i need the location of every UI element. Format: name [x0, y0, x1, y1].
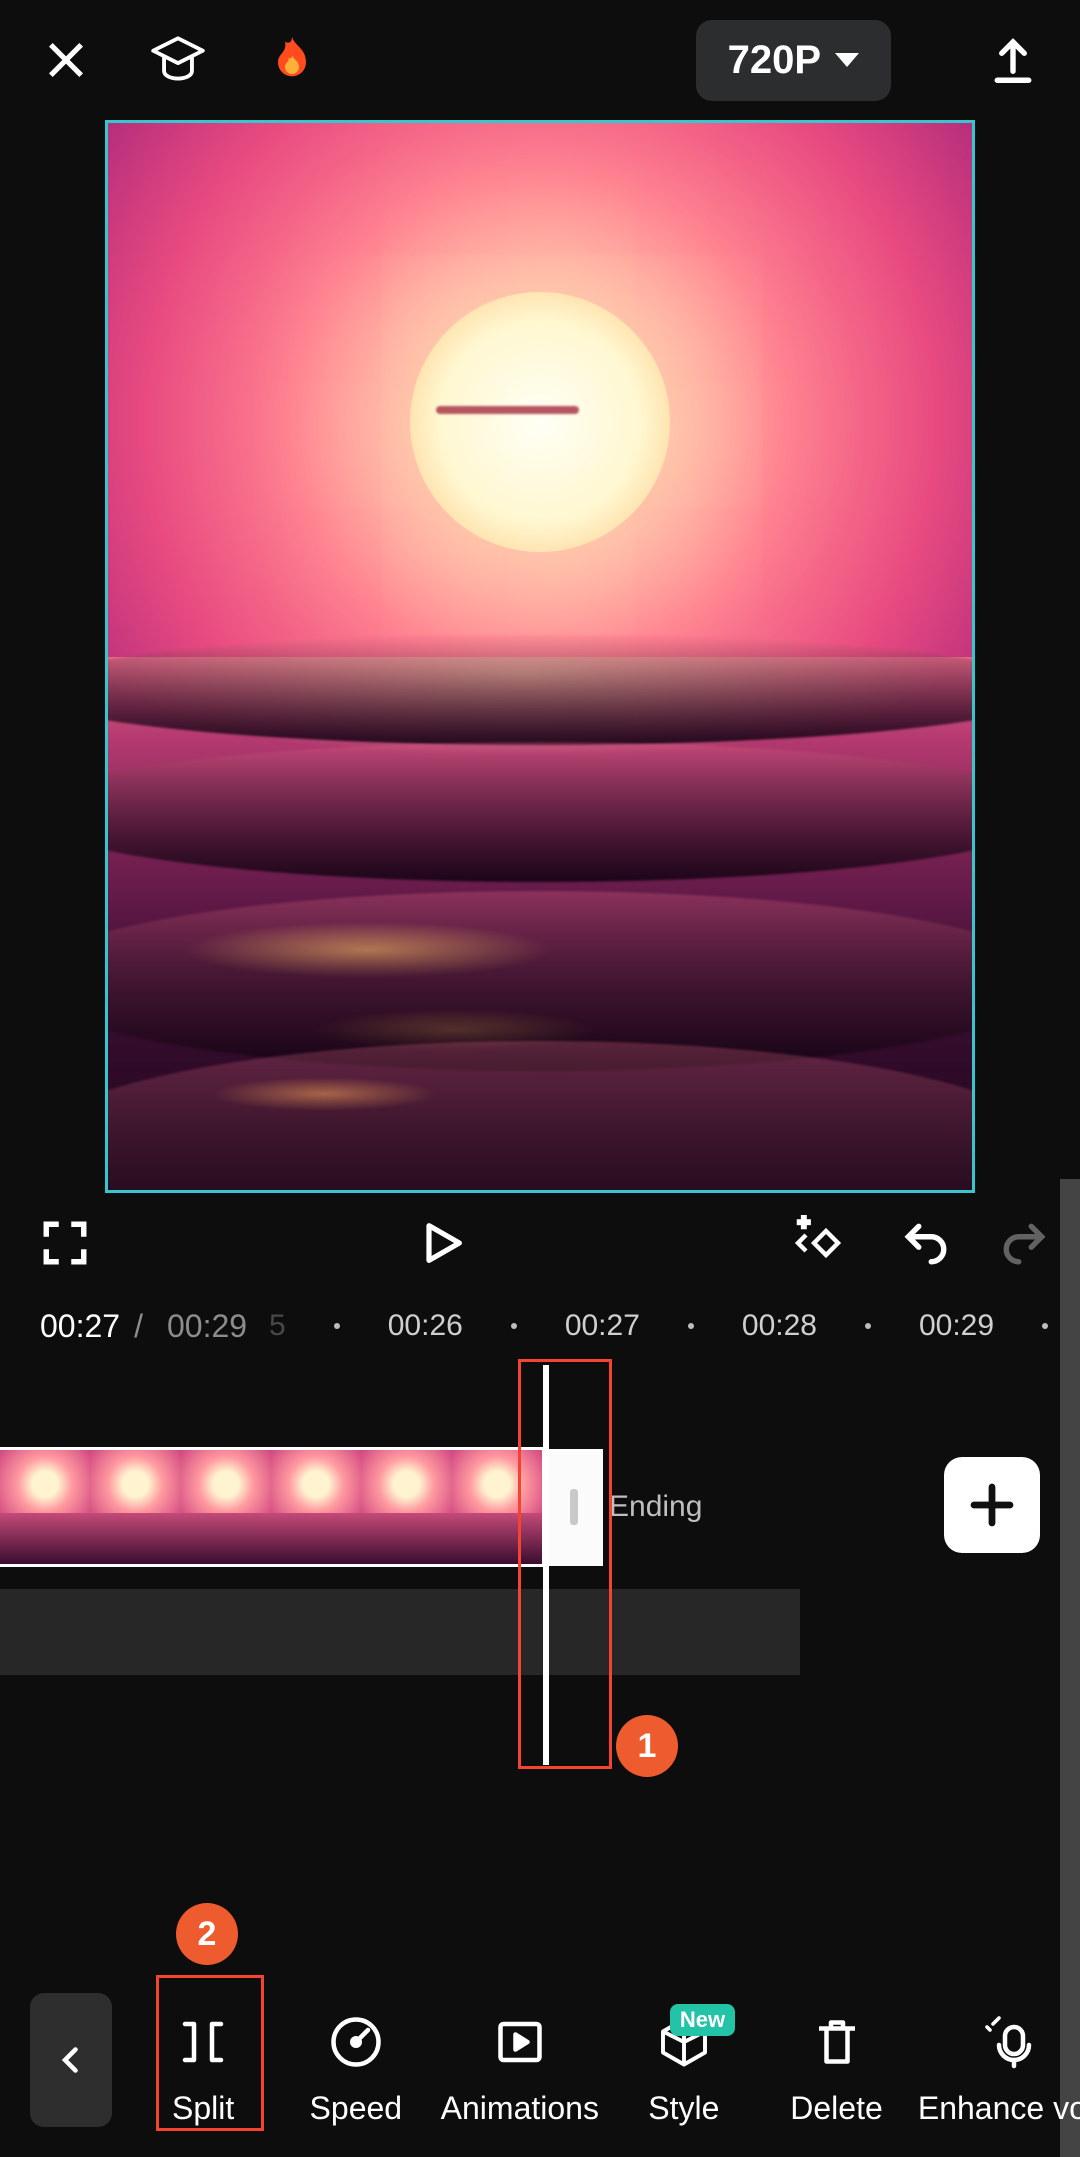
tool-label: Enhance voic [918, 2090, 1080, 2127]
time-separator: / [134, 1308, 153, 1345]
add-clip-button[interactable] [944, 1457, 1040, 1553]
undo-icon[interactable] [900, 1218, 950, 1268]
academy-icon[interactable] [147, 29, 209, 91]
ruler-marks: 5 00:26 00:27 00:28 00:29 [269, 1309, 1048, 1343]
tool-label: Delete [790, 2090, 883, 2127]
ending-label: Ending [609, 1490, 702, 1524]
resolution-label: 720P [728, 38, 821, 83]
tool-label: Speed [310, 2090, 403, 2127]
top-bar: 720P [0, 0, 1080, 120]
chevron-down-icon [835, 53, 859, 67]
back-button[interactable] [30, 1993, 112, 2127]
play-icon[interactable] [416, 1217, 468, 1269]
svg-text:+: + [798, 1215, 810, 1234]
time-ruler[interactable]: 00:27 / 00:29 5 00:26 00:27 00:28 00:29 [0, 1293, 1080, 1359]
tool-label: Style [648, 2090, 719, 2127]
resolution-selector[interactable]: 720P [696, 20, 891, 101]
video-clip[interactable] [0, 1447, 545, 1567]
redo-icon[interactable] [1000, 1218, 1050, 1268]
export-icon[interactable] [986, 33, 1040, 87]
annotation-box-1 [518, 1359, 612, 1769]
video-preview[interactable] [105, 120, 975, 1193]
current-time: 00:27 [40, 1308, 120, 1345]
audio-track[interactable] [0, 1589, 800, 1675]
close-icon[interactable] [40, 34, 92, 86]
annotation-marker-2: 2 [176, 1903, 238, 1965]
fullscreen-icon[interactable] [40, 1218, 90, 1268]
new-badge: New [670, 2004, 735, 2036]
annotation-box-2 [156, 1975, 264, 2131]
total-time: 00:29 [167, 1308, 247, 1345]
transport-bar: + [0, 1193, 1080, 1293]
tool-enhance-voice[interactable]: Enhance voic [918, 2012, 1080, 2127]
preview-area [0, 120, 1080, 1193]
timeline[interactable]: Ending 1 [0, 1359, 1080, 1879]
tool-delete[interactable]: Delete [765, 2012, 908, 2127]
tool-speed[interactable]: Speed [284, 2012, 427, 2127]
keyframe-icon[interactable]: + [794, 1215, 850, 1271]
flame-icon[interactable] [264, 32, 320, 88]
tool-style[interactable]: New Style [612, 2012, 755, 2127]
tool-animations[interactable]: Animations [437, 2012, 602, 2127]
annotation-marker-1: 1 [616, 1715, 678, 1777]
tool-label: Animations [441, 2090, 599, 2127]
